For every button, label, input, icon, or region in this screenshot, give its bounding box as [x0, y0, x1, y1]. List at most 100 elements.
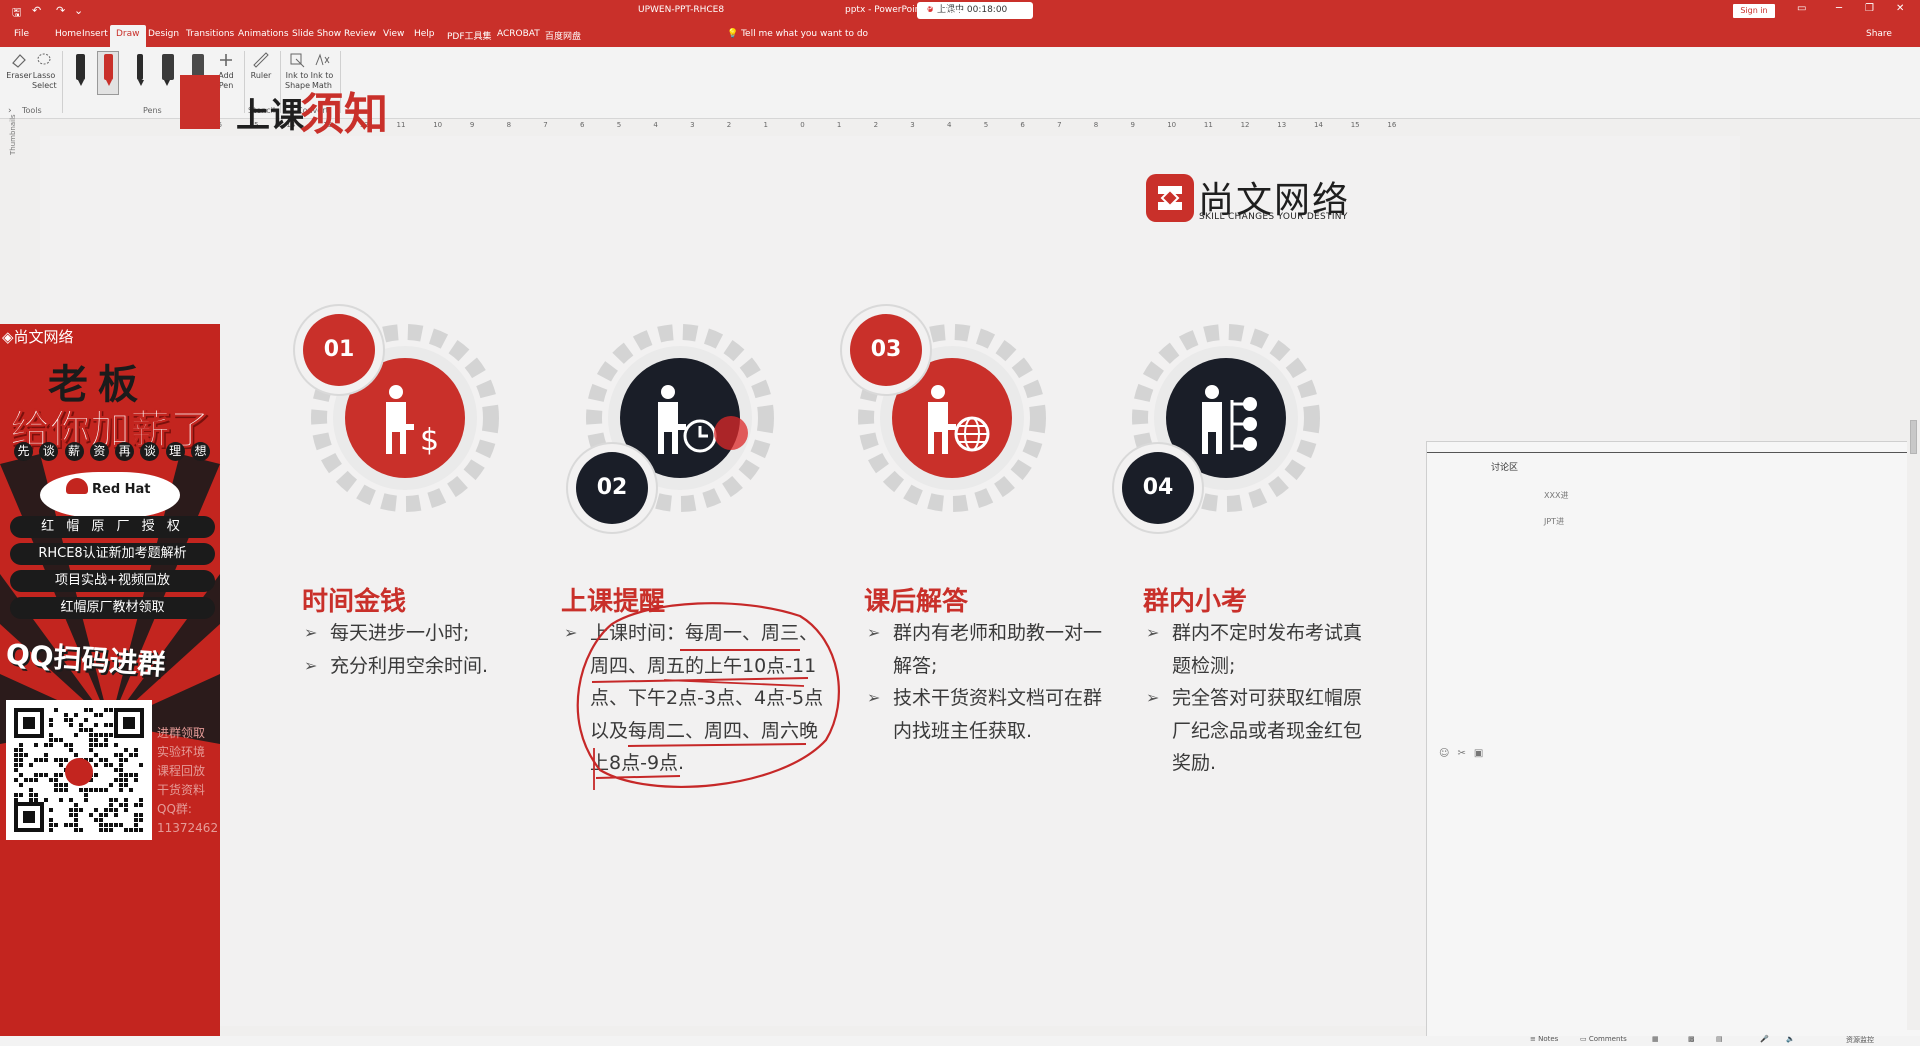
qr-code[interactable] — [6, 700, 152, 840]
tab-slide-show[interactable]: Slide Show — [292, 29, 341, 39]
ad-sub-char: 谈 — [39, 442, 59, 461]
pen-red-selected[interactable] — [97, 51, 119, 95]
notes-icon: ≡ — [1530, 1035, 1539, 1043]
ad-subtitle: 先 谈 薪 资 再 谈 理 想 — [14, 442, 210, 461]
logo-slogan: SKILL CHANGES YOUR DESTINY — [1199, 212, 1348, 222]
tab-help[interactable]: Help — [414, 29, 435, 39]
tab-review[interactable]: Review — [344, 29, 376, 39]
status-bar — [0, 1036, 1920, 1046]
ruler-tick-label: 9 — [1130, 121, 1135, 129]
tab-view[interactable]: View — [383, 29, 404, 39]
section-4-line-4: 厂纪念品或者现金红包 — [1172, 720, 1363, 742]
lasso-select-button[interactable]: Lasso Select — [32, 51, 57, 91]
undo-icon[interactable]: ↶ — [32, 4, 41, 17]
close-icon[interactable]: ✕ — [1896, 3, 1904, 14]
title-accent — [180, 75, 220, 129]
ad-sub-char: 理 — [165, 442, 185, 461]
eraser-button[interactable]: Eraser — [6, 51, 32, 81]
tab-home[interactable]: Home — [55, 29, 82, 39]
image-icon[interactable]: ▣ — [1474, 748, 1491, 759]
lasso-label: Lasso Select — [32, 71, 57, 90]
tell-me-search[interactable]: 💡 Tell me what you want to do — [727, 29, 868, 39]
ruler-tick-label: 4 — [947, 121, 952, 129]
tab-insert[interactable]: Insert — [82, 29, 108, 39]
ad-sub-char: 先 — [14, 442, 33, 461]
eraser-icon — [12, 54, 26, 68]
ruler-tick-label: 2 — [873, 121, 879, 129]
customize-qat-icon[interactable]: ⌄ — [74, 4, 83, 17]
resource-monitor[interactable]: 资源监控 — [1846, 1035, 1874, 1045]
tab-transitions[interactable]: Transitions — [186, 29, 234, 39]
reading-view-icon[interactable]: ▤ — [1716, 1035, 1723, 1043]
vertical-scrollbar[interactable] — [1907, 120, 1920, 1030]
ad-side-line: 进群领取 — [157, 726, 206, 740]
bullet-arrow-icon: ➢ — [867, 688, 881, 707]
share-button[interactable]: Share — [1866, 29, 1892, 39]
section-title-3: 课后解答 — [864, 587, 969, 617]
slide-sorter-icon[interactable]: ▩ — [1688, 1035, 1695, 1043]
tab-animations[interactable]: Animations — [238, 29, 289, 39]
svg-text:$: $ — [420, 423, 439, 458]
tab-draw[interactable]: Draw — [110, 25, 146, 47]
mic-icon[interactable]: 🎤 — [1760, 1035, 1769, 1043]
scroll-thumb[interactable] — [1910, 420, 1917, 454]
ruler-button[interactable]: Ruler — [250, 51, 272, 81]
section-3-bullet-1: ➢ 群内有老师和助教一对一 — [867, 617, 1102, 650]
section-4-line-5: 奖励. — [1172, 752, 1217, 774]
ad-sub-char: 再 — [115, 442, 135, 461]
ruler-tick-label: 14 — [1314, 121, 1323, 129]
pen-black-1[interactable] — [70, 52, 90, 88]
ruler-tick-label: 11 — [1203, 121, 1213, 129]
expand-thumbnails-icon[interactable]: › — [8, 106, 12, 116]
tab-acrobat[interactable]: ACROBAT — [497, 29, 540, 39]
ruler-tick-label: 6 — [1020, 121, 1025, 129]
section-3-bullet-2: ➢ 技术干货资料文档可在群 — [867, 682, 1102, 715]
tools-group-label: Tools — [22, 106, 42, 115]
chat-message: XXX进 — [1544, 491, 1569, 500]
section-1-bullet-1: ➢ 每天进步一小时; — [304, 617, 469, 650]
discussion-panel[interactable]: 讨论区 XXX进 JPT进 ☺✂▣ — [1426, 441, 1920, 1046]
app-title: pptx - PowerPoint Preview — [845, 5, 962, 15]
ruler-tick-label: 2 — [726, 121, 732, 129]
thumbnails-label[interactable]: Thumbnails — [9, 114, 17, 155]
tab-baidu-netdisk[interactable]: 百度网盘 — [545, 29, 581, 42]
section-3-line-4: 内找班主任获取. — [893, 720, 1033, 742]
highlighter-1[interactable] — [158, 52, 178, 88]
section-number-04: 04 — [1122, 452, 1194, 524]
lasso-icon — [37, 53, 51, 65]
person-globe-icon — [928, 385, 990, 454]
ruler-tick-label: 10 — [1167, 121, 1177, 129]
save-icon[interactable]: 🖫 — [12, 4, 21, 23]
bullet-arrow-icon: ➢ — [1146, 688, 1160, 707]
ribbon-display-icon[interactable]: ▭ — [1797, 3, 1806, 14]
minimize-icon[interactable]: ─ — [1836, 3, 1842, 14]
comment-icon: ▭ — [1580, 1035, 1589, 1043]
sign-in-button[interactable]: Sign in — [1733, 4, 1775, 18]
comments-button[interactable]: ▭ Comments — [1580, 1035, 1627, 1043]
tab-design[interactable]: Design — [148, 29, 179, 39]
promo-overlay[interactable]: ◈尚文网络 老板 给你加薪了 先 谈 薪 资 再 谈 理 想 Red Hat 红… — [0, 324, 220, 1046]
ruler-tick-label: 9 — [469, 121, 475, 129]
emoji-icon[interactable]: ☺ — [1439, 748, 1457, 759]
speaker-icon[interactable]: 🔈 — [1786, 1035, 1795, 1043]
section-4-bullet-1: ➢ 群内不定时发布考试真 — [1146, 617, 1362, 650]
ruler-tick-label: 16 — [1387, 121, 1397, 129]
redo-icon[interactable]: ↷ — [56, 4, 65, 17]
ad-pill-4: 红帽原厂教材领取 — [10, 597, 215, 619]
person-clock-icon — [658, 385, 717, 454]
scissors-icon[interactable]: ✂ — [1457, 748, 1473, 759]
ad-side-text: 进群领取 实验环境 课程回放 干货资料 QQ群: 11372462 — [157, 724, 218, 838]
notes-button[interactable]: ≡ Notes — [1530, 1035, 1558, 1043]
ad-pill-1: 红 帽 原 厂 授 权 — [10, 516, 215, 538]
normal-view-icon[interactable]: ▦ — [1652, 1035, 1659, 1043]
tab-pdf-tools[interactable]: PDF工具集 — [447, 29, 492, 42]
ruler-icon — [253, 52, 269, 68]
ad-pill-3: 项目实战+视频回放 — [10, 570, 215, 592]
tell-me-text: Tell me what you want to do — [741, 29, 869, 39]
tab-file[interactable]: File — [14, 29, 29, 39]
pen-black-2[interactable] — [130, 52, 150, 88]
ruler-tick-label: 15 — [1350, 121, 1360, 129]
restore-icon[interactable]: ❐ — [1865, 3, 1874, 14]
document-title: UPWEN-PPT-RHCE8 — [638, 5, 725, 15]
ad-side-line: QQ群: — [157, 802, 192, 816]
